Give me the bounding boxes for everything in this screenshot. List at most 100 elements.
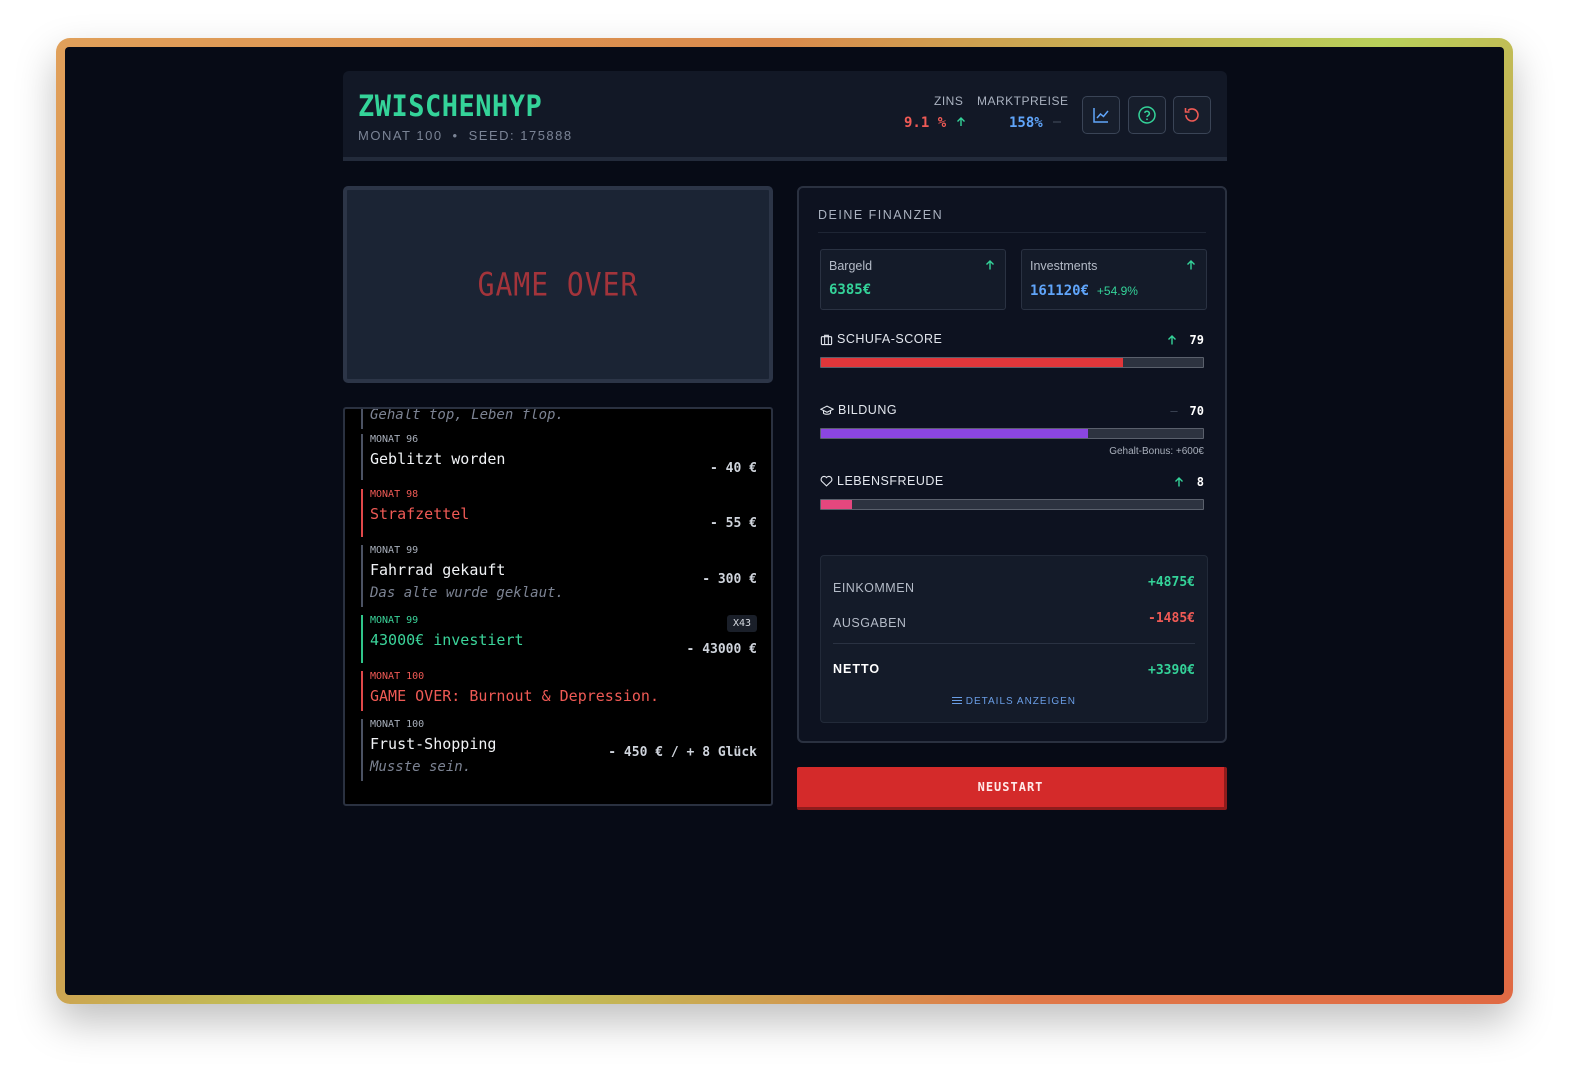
dash-icon <box>1053 121 1062 123</box>
log-entry-month: MONAT 98 <box>370 489 419 500</box>
einkommen-value: +4875€ <box>1148 575 1195 590</box>
marktpreise-value: 158% <box>1009 115 1063 131</box>
briefcase-icon <box>820 334 833 345</box>
log-entry-month: MONAT 96 <box>370 434 419 445</box>
bargeld-card: Bargeld 6385€ <box>820 249 1006 310</box>
ausgaben-label: AUSGABEN <box>833 616 907 630</box>
log-entry-month: MONAT 99 <box>370 545 419 556</box>
schufa-label-text: SCHUFA-SCORE <box>837 332 943 346</box>
bildung-label-text: BILDUNG <box>838 403 898 417</box>
bildung-label: BILDUNG <box>820 403 897 417</box>
ausgaben-value: -1485€ <box>1148 611 1195 626</box>
log-entry-month: MONAT 99 <box>370 615 419 626</box>
multiplier-badge: X43 <box>726 615 757 632</box>
lebensfreude-value-text: 8 <box>1196 475 1204 489</box>
log-entry-desc: Das alte wurde geklaut. <box>370 585 564 601</box>
game-subtitle: MONAT 100 • SEED: 175888 <box>358 128 573 143</box>
log-entry-amount: - 300 € <box>702 572 757 587</box>
log-entry: MONAT 96 Geblitzt worden - 40 € <box>361 434 757 480</box>
graduation-cap-icon <box>820 405 834 415</box>
log-entry: MONAT 98 Strafzettel - 55 € <box>361 489 757 537</box>
arrow-up-icon <box>1174 477 1183 487</box>
investments-amount: 161120€ <box>1030 283 1090 299</box>
lebensfreude-label: LEBENSFREUDE <box>820 474 944 488</box>
log-entry-title: Strafzettel <box>370 505 470 523</box>
marktpreise-value-text: 158% <box>1009 115 1043 131</box>
schufa-value-text: 79 <box>1189 333 1204 347</box>
log-entry-desc: Musste sein. <box>370 759 472 775</box>
bargeld-value: 6385€ <box>829 282 872 298</box>
arrow-up-icon <box>1167 335 1176 345</box>
arrow-up-icon <box>986 260 994 270</box>
netto-value: +3390€ <box>1148 663 1195 678</box>
marktpreise-label: MARKTPREISE <box>977 94 1069 108</box>
einkommen-label: EINKOMMEN <box>833 581 915 595</box>
log-entry: MONAT 99 Fahrrad gekauft Das alte wurde … <box>361 545 757 607</box>
log-entry: MONAT 99 43000€ investiert X43 - 43000 € <box>361 615 757 663</box>
log-entry-month: MONAT 100 <box>370 671 425 682</box>
game-screen: ZWISCHENHYP MONAT 100 • SEED: 175888 ZINS … <box>65 47 1504 995</box>
zins-label: ZINS <box>934 94 964 108</box>
game-over-panel: GAME OVER <box>343 186 773 383</box>
schufa-value: 79 <box>1166 333 1204 347</box>
bargeld-label: Bargeld <box>829 259 873 273</box>
details-button[interactable]: DETAILS ANZEIGEN <box>821 696 1207 707</box>
zins-value: 9.1 % <box>904 115 967 131</box>
finance-panel: DEINE FINANZEN Bargeld 6385€ Investments… <box>797 186 1227 743</box>
reset-button[interactable] <box>1173 96 1211 134</box>
divider <box>833 643 1195 644</box>
log-entry-amount: - 40 € <box>710 461 757 476</box>
help-icon <box>1138 106 1156 124</box>
game-over-text: GAME OVER <box>477 265 639 304</box>
lebensfreude-label-text: LEBENSFREUDE <box>837 474 944 488</box>
log-entry-amount: - 55 € <box>710 516 757 531</box>
log-entry-title: Fahrrad gekauft <box>370 561 506 579</box>
finance-title: DEINE FINANZEN <box>818 208 944 222</box>
window-frame: ZWISCHENHYP MONAT 100 • SEED: 175888 ZINS … <box>56 38 1513 1004</box>
help-button[interactable] <box>1128 96 1166 134</box>
schufa-bar-fill <box>821 358 1123 367</box>
investments-label: Investments <box>1030 259 1098 273</box>
rotate-ccw-icon <box>1184 108 1199 122</box>
investments-value: 161120€ +54.9% <box>1030 282 1138 299</box>
bildung-value-text: 70 <box>1189 404 1204 418</box>
seed-indicator: SEED: 175888 <box>468 128 573 143</box>
heart-icon <box>820 475 833 487</box>
lebensfreude-bar-fill <box>821 500 852 509</box>
bildung-bar <box>820 428 1204 439</box>
log-entry-desc: Gehalt top, Leben flop. <box>370 407 564 423</box>
bildung-bar-fill <box>821 429 1089 438</box>
divider <box>818 232 1206 233</box>
log-entry-month: MONAT 100 <box>370 719 425 730</box>
log-entry-amount: - 43000 € <box>686 642 757 657</box>
schufa-bar <box>820 357 1204 368</box>
lebensfreude-value: 8 <box>1173 475 1204 489</box>
game-title: ZWISCHENHYP <box>358 89 543 124</box>
gehalt-bonus-note: Gehalt-Bonus: +600€ <box>1109 446 1204 457</box>
game-header: ZWISCHENHYP MONAT 100 • SEED: 175888 ZINS … <box>343 71 1227 161</box>
log-entry-title: GAME OVER: Burnout & Depression. <box>370 687 659 705</box>
investments-change: +54.9% <box>1096 284 1138 298</box>
list-icon <box>951 697 962 704</box>
subtitle-separator: • <box>452 128 459 143</box>
log-entry-title: Geblitzt worden <box>370 450 506 468</box>
investments-card: Investments 161120€ +54.9% <box>1021 249 1207 310</box>
log-entry: MONAT 100 GAME OVER: Burnout & Depressio… <box>361 671 757 711</box>
lebensfreude-bar <box>820 499 1204 510</box>
log-entry-amount: - 450 € / + 8 Glück <box>608 745 757 760</box>
dash-icon: — <box>1170 404 1178 418</box>
schufa-label: SCHUFA-SCORE <box>820 332 942 346</box>
cashflow-summary: EINKOMMEN +4875€ AUSGABEN -1485€ NETTO +… <box>820 555 1208 723</box>
restart-button[interactable]: NEUSTART <box>797 767 1227 810</box>
month-indicator: MONAT 100 <box>358 128 443 143</box>
log-entry: Gehalt top, Leben flop. <box>361 407 757 429</box>
line-chart-icon <box>1093 108 1109 123</box>
netto-label: NETTO <box>833 662 881 676</box>
zins-value-text: 9.1 % <box>904 115 947 131</box>
chart-button[interactable] <box>1082 96 1120 134</box>
bildung-value: — 70 <box>1170 404 1204 418</box>
arrow-up-icon <box>1187 260 1195 270</box>
log-entry: MONAT 100 Frust-Shopping Musste sein. - … <box>361 719 757 781</box>
event-log[interactable]: Gehalt top, Leben flop. MONAT 96 Geblitz… <box>343 407 773 806</box>
arrow-up-icon <box>956 117 965 126</box>
